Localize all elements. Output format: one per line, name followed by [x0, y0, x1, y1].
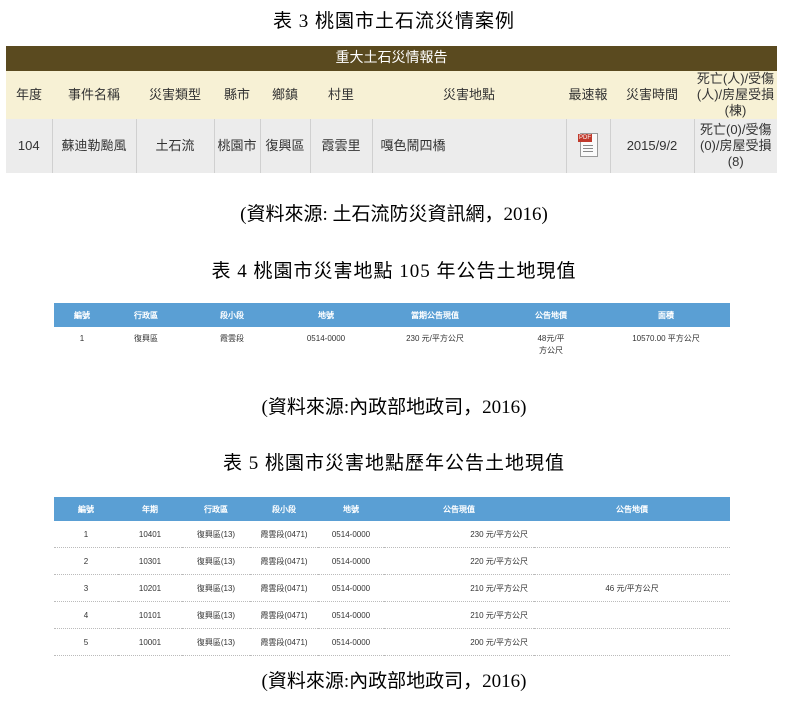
table5-cell-price: [534, 521, 730, 548]
table5-cell-no: 4: [54, 601, 118, 629]
table3-cell-type: 土石流: [135, 119, 214, 173]
table3-cell-city: 桃園市: [213, 119, 260, 173]
table4-cell-no: 1: [79, 334, 85, 343]
table5-cell-value: 210 元/平方公尺: [384, 601, 534, 629]
table5-cell-lot: 0514-0000: [318, 574, 384, 602]
table3-header-town: 鄉鎮: [260, 71, 310, 119]
table4-cell-district: 復興區: [134, 334, 158, 343]
table5-cell-price: [534, 601, 730, 629]
table5-cell-no: 2: [54, 547, 118, 575]
table-row: 1 復興區 霞雲段 0514-0000 230 元/平方公尺 48元/平方公尺 …: [54, 327, 730, 362]
table-row: 5 10001 復興區(13) 霞雲段(0471) 0514-0000 200 …: [54, 628, 730, 656]
table3-cell-town: 復興區: [259, 119, 310, 173]
table5-header-period: 年期: [118, 497, 182, 521]
table-row: 2 10301 復興區(13) 霞雲段(0471) 0514-0000 220 …: [54, 547, 730, 575]
table3-header-village: 村里: [310, 71, 372, 119]
table5-cell-price: [534, 628, 730, 656]
table3-banner: 重大土石災情報告: [6, 46, 777, 68]
table-row: 1 10401 復興區(13) 霞雲段(0471) 0514-0000 230 …: [54, 521, 730, 548]
table5-cell-section: 霞雲段(0471): [250, 547, 318, 575]
table4-header-section: 段小段: [182, 303, 282, 327]
table5-cell-period: 10101: [118, 601, 182, 629]
table5-cell-section: 霞雲段(0471): [250, 574, 318, 602]
table5-cell-section: 霞雲段(0471): [250, 521, 318, 548]
table5-header-row: 編號 年期 行政區 段小段 地號 公告現值 公告地價: [54, 497, 730, 521]
table4-caption: 表 4 桃園市災害地點 105 年公告土地現值: [211, 261, 577, 282]
table4-header-no: 編號: [54, 303, 110, 327]
table5-cell-district: 復興區(13): [182, 521, 250, 548]
table4-source: (資料來源:內政部地政司，2016): [261, 397, 527, 418]
table5-cell-district: 復興區(13): [182, 574, 250, 602]
table3-source: (資料來源: 土石流防災資訊網，2016): [240, 204, 548, 225]
table5-cell-lot: 0514-0000: [318, 521, 384, 548]
table4-header-lot: 地號: [282, 303, 370, 327]
table5-cell-section: 霞雲段(0471): [250, 628, 318, 656]
table3-cell-event: 蘇迪勒颱風: [51, 119, 136, 173]
table5-cell-lot: 0514-0000: [318, 628, 384, 656]
table5-header-lot: 地號: [318, 497, 384, 521]
table5-cell-district: 復興區(13): [182, 601, 250, 629]
table5-cell-price: [534, 547, 730, 575]
table5-cell-period: 10401: [118, 521, 182, 548]
table3-header-time: 災害時間: [610, 71, 694, 119]
table3-cell-location: 嘎色鬧四橋: [371, 119, 566, 173]
table5-header-no: 編號: [54, 497, 118, 521]
table4-header-area: 面積: [602, 303, 730, 327]
table5-cell-lot: 0514-0000: [318, 601, 384, 629]
table4: 編號 行政區 段小段 地號 當期公告現值 公告地價 面積 1 復興區 霞雲段 0…: [54, 303, 730, 362]
table5-cell-value: 210 元/平方公尺: [384, 574, 534, 602]
table5-source: (資料來源:內政部地政司，2016): [261, 671, 527, 692]
table3-cell-casualties: 死亡(0)/受傷(0)/房屋受損(8): [693, 119, 777, 173]
table4-header-row: 編號 行政區 段小段 地號 當期公告現值 公告地價 面積: [54, 303, 730, 327]
table3-caption: 表 3 桃園市土石流災情案例: [272, 11, 515, 32]
table5-cell-period: 10001: [118, 628, 182, 656]
table5-header-section: 段小段: [250, 497, 318, 521]
table5-header-price: 公告地價: [534, 497, 730, 521]
table5-cell-no: 1: [54, 521, 118, 548]
table5-cell-period: 10201: [118, 574, 182, 602]
table5-cell-district: 復興區(13): [182, 628, 250, 656]
table5-cell-period: 10301: [118, 547, 182, 575]
table3-cell-report[interactable]: PDF: [565, 119, 610, 173]
pdf-icon[interactable]: PDF: [578, 131, 598, 157]
table4-cell-land-price: 48元/平方公尺: [537, 334, 565, 355]
table5-cell-no: 3: [54, 574, 118, 602]
table5-cell-section: 霞雲段(0471): [250, 601, 318, 629]
table-row: 104 蘇迪勒颱風 土石流 桃園市 復興區 霞雲里 嘎色鬧四橋 PDF 2015…: [6, 119, 777, 173]
table5-cell-value: 230 元/平方公尺: [384, 521, 534, 548]
table3-header-type: 災害類型: [136, 71, 214, 119]
table4-cell-area: 10570.00 平方公尺: [632, 334, 700, 343]
table5-cell-district: 復興區(13): [182, 547, 250, 575]
table5: 編號 年期 行政區 段小段 地號 公告現值 公告地價 1 10401 復興區(1…: [54, 497, 730, 656]
table3: 重大土石災情報告 年度 事件名稱 災害類型 縣市 鄉鎮 村里 災害地點 最速報 …: [6, 46, 777, 173]
table5-caption: 表 5 桃園市災害地點歷年公告土地現值: [222, 453, 565, 474]
table4-cell-lot: 0514-0000: [306, 334, 346, 343]
table3-cell-village: 霞雲里: [309, 119, 372, 173]
table3-header-year: 年度: [6, 71, 52, 119]
table-row: 3 10201 復興區(13) 霞雲段(0471) 0514-0000 210 …: [54, 574, 730, 602]
table4-header-current-value: 當期公告現值: [370, 303, 500, 327]
table5-cell-no: 5: [54, 628, 118, 656]
table5-cell-lot: 0514-0000: [318, 547, 384, 575]
table5-cell-price: 46 元/平方公尺: [534, 574, 730, 602]
table3-header-city: 縣市: [214, 71, 260, 119]
table3-header-casualties: 死亡(人)/受傷(人)/房屋受損(棟): [694, 71, 777, 119]
table3-header-location: 災害地點: [372, 71, 566, 119]
table5-cell-value: 220 元/平方公尺: [384, 547, 534, 575]
table3-cell-time: 2015/9/2: [609, 119, 694, 173]
table4-cell-current-value: 230 元/平方公尺: [406, 334, 464, 343]
table3-header-report: 最速報: [566, 71, 610, 119]
table3-header-event: 事件名稱: [52, 71, 136, 119]
table5-cell-value: 200 元/平方公尺: [384, 628, 534, 656]
table3-header-row: 年度 事件名稱 災害類型 縣市 鄉鎮 村里 災害地點 最速報 災害時間 死亡(人…: [6, 71, 777, 119]
table4-cell-section: 霞雲段: [220, 334, 244, 343]
table5-header-value: 公告現值: [384, 497, 534, 521]
table3-cell-year: 104: [6, 119, 52, 173]
table5-header-district: 行政區: [182, 497, 250, 521]
table-row: 4 10101 復興區(13) 霞雲段(0471) 0514-0000 210 …: [54, 601, 730, 629]
table4-header-land-price: 公告地價: [500, 303, 602, 327]
table4-header-district: 行政區: [110, 303, 182, 327]
